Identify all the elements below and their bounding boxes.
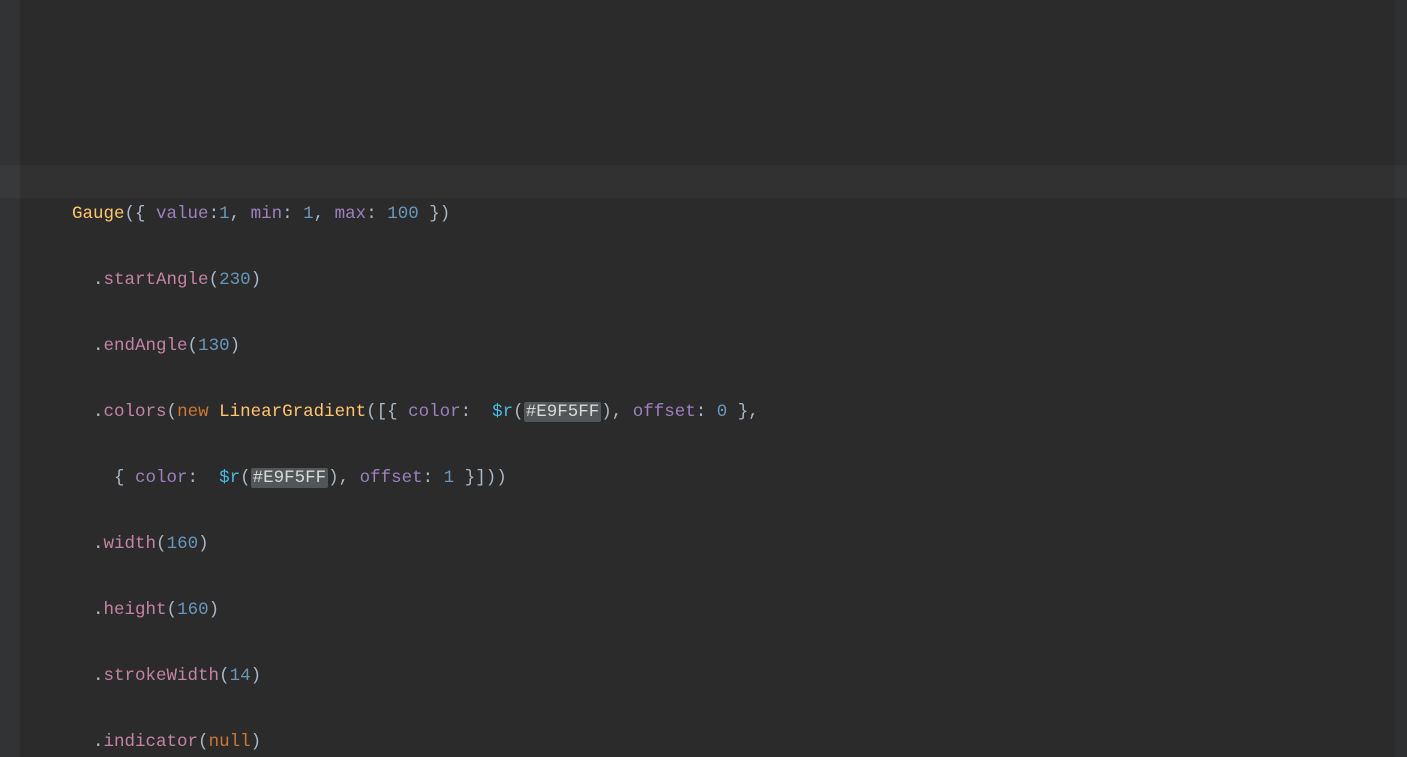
identifier: Gauge bbox=[72, 204, 125, 224]
hex-chip: #E9F5FF bbox=[251, 468, 329, 488]
code-line[interactable]: .endAngle(130) bbox=[30, 330, 1407, 363]
current-line-highlight bbox=[0, 165, 1407, 198]
code-line[interactable]: Gauge({ value:1, min: 1, max: 100 }) bbox=[30, 198, 1407, 231]
code-line[interactable]: .strokeWidth(14) bbox=[30, 660, 1407, 693]
code-line[interactable]: .startAngle(230) bbox=[30, 264, 1407, 297]
code-line[interactable]: { color: $r(#E9F5FF), offset: 1 }])) bbox=[30, 462, 1407, 495]
scrollbar-strip[interactable] bbox=[1395, 0, 1407, 757]
code-line[interactable]: .colors(new LinearGradient([{ color: $r(… bbox=[30, 396, 1407, 429]
gutter bbox=[0, 0, 20, 757]
code-line[interactable]: .indicator(null) bbox=[30, 726, 1407, 757]
code-line[interactable]: .width(160) bbox=[30, 528, 1407, 561]
code-line[interactable]: .height(160) bbox=[30, 594, 1407, 627]
hex-chip: #E9F5FF bbox=[524, 402, 602, 422]
code-editor[interactable]: Gauge({ value:1, min: 1, max: 100 }) .st… bbox=[0, 0, 1407, 757]
